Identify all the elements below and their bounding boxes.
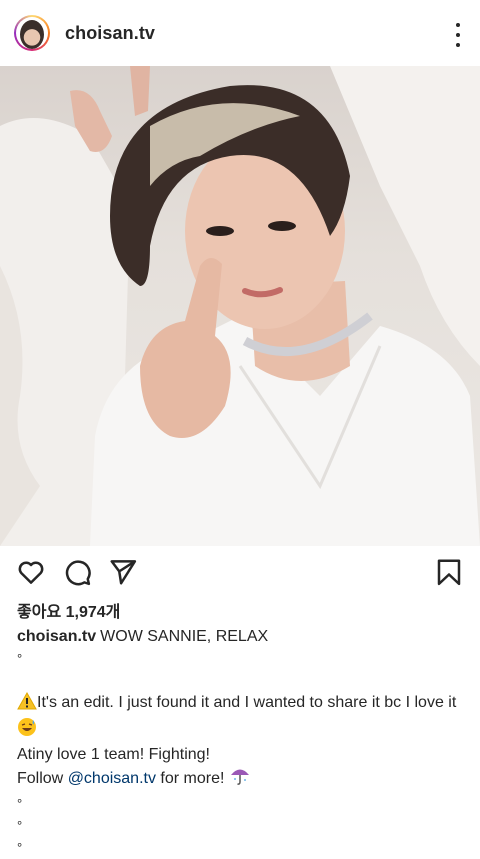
bookmark-icon[interactable] xyxy=(434,557,464,587)
post-username[interactable]: choisan.tv xyxy=(65,23,155,44)
post-header: choisan.tv xyxy=(0,0,480,66)
caption-dot-2: ° xyxy=(17,796,23,811)
post-actions xyxy=(0,553,480,593)
caption-text: WOW SANNIE, RELAX xyxy=(100,628,269,645)
post-photo[interactable] xyxy=(0,66,480,546)
post-caption: choisan.tv WOW SANNIE, RELAX ° It's an ed… xyxy=(17,626,467,859)
caption-username[interactable]: choisan.tv xyxy=(17,628,96,645)
caption-dot-3: ° xyxy=(17,818,23,833)
caption-dot: ° xyxy=(17,651,23,666)
caption-line-3-prefix: Follow xyxy=(17,770,68,787)
paper-plane-icon[interactable] xyxy=(108,557,138,587)
caption-line-2: Atiny love 1 team! Fighting! xyxy=(17,746,210,763)
comment-icon[interactable] xyxy=(62,557,92,587)
likes-count[interactable]: 좋아요 1,974개 xyxy=(17,598,120,622)
mention-link[interactable]: @choisan.tv xyxy=(68,770,156,787)
profile-avatar[interactable] xyxy=(14,15,50,51)
caption-line-3-suffix: for more! xyxy=(155,770,229,787)
warning-emoji xyxy=(17,691,37,717)
heart-icon[interactable] xyxy=(16,557,46,587)
umbrella-emoji xyxy=(229,766,251,793)
caption-dot-4: ° xyxy=(17,840,23,855)
avatar-image xyxy=(16,17,48,49)
more-options-icon[interactable] xyxy=(454,23,462,47)
caption-line-1: It's an edit. I just found it and I want… xyxy=(37,694,457,711)
grinning-sweat-emoji xyxy=(17,717,37,744)
